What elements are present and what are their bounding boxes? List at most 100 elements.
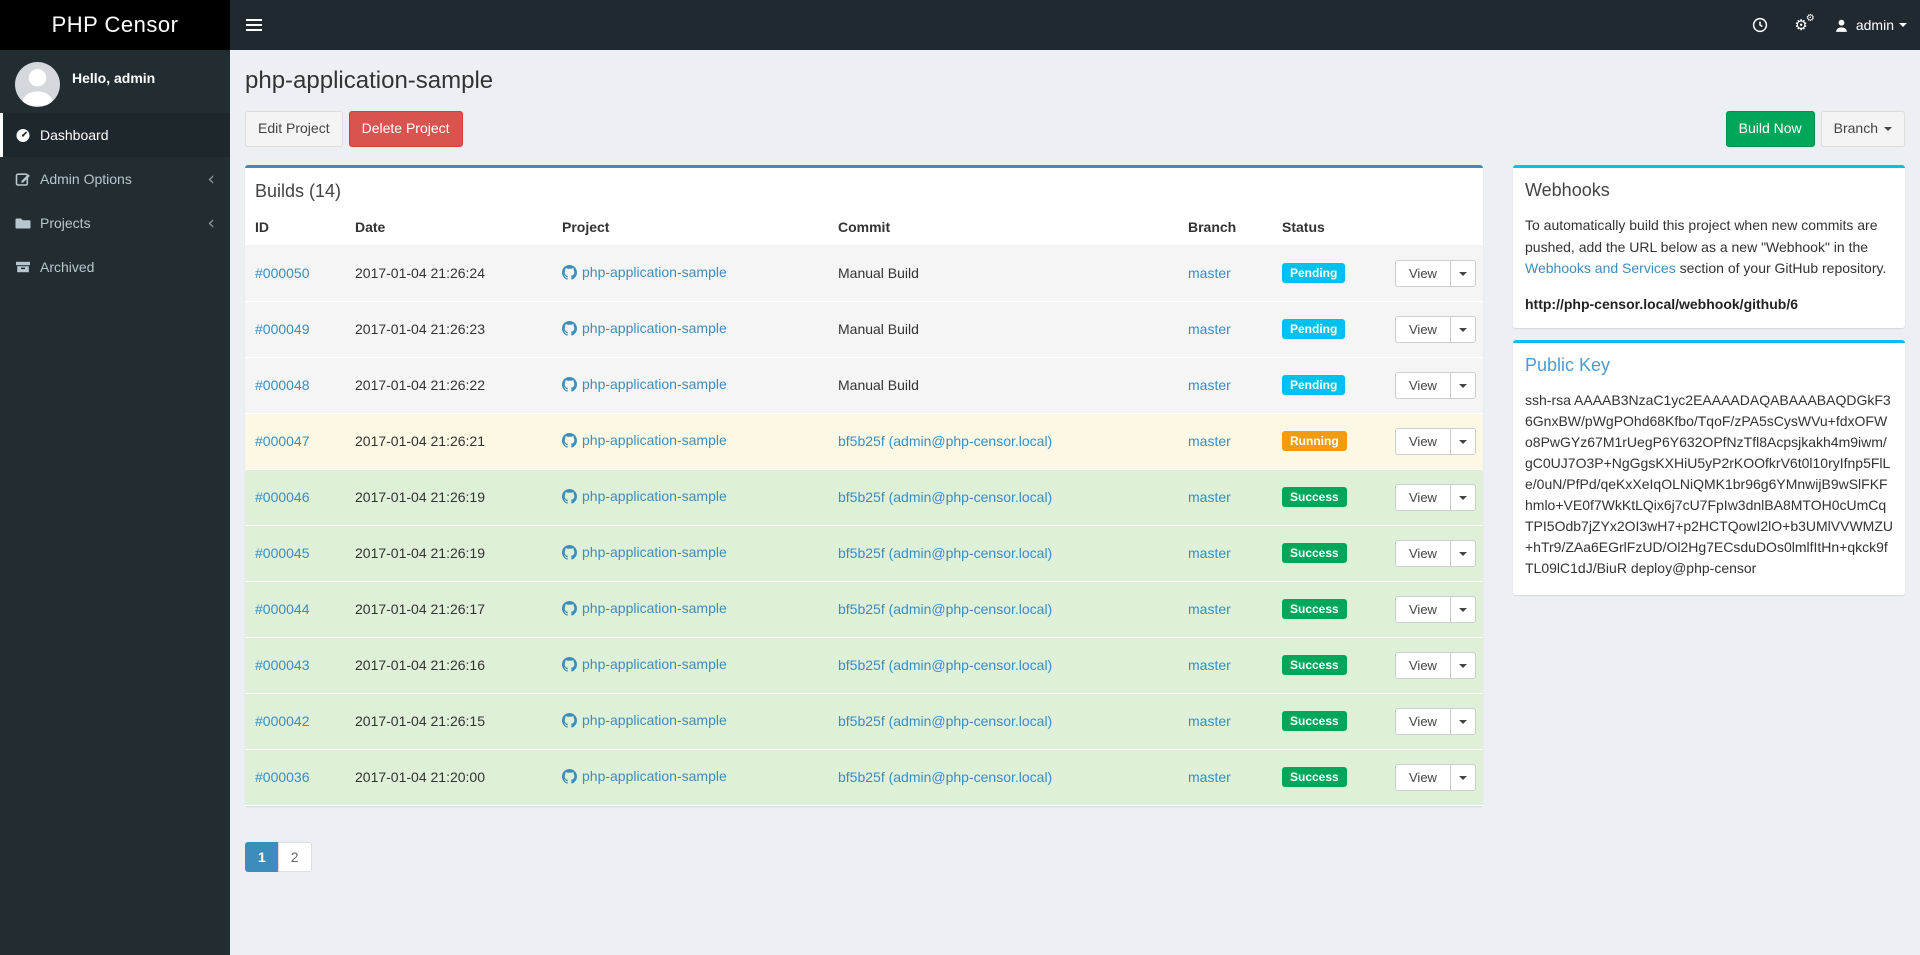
view-button[interactable]: View: [1395, 763, 1451, 791]
build-id-link[interactable]: #000047: [255, 433, 310, 449]
project-link[interactable]: php-application-sample: [562, 712, 727, 728]
build-date: 2017-01-04 21:26:22: [345, 357, 552, 414]
view-button[interactable]: View: [1395, 483, 1451, 511]
build-id-link[interactable]: #000036: [255, 769, 310, 785]
app-logo[interactable]: PHP Censor: [0, 0, 230, 50]
sidebar-item-dashboard[interactable]: Dashboard: [0, 113, 230, 157]
branch-link[interactable]: master: [1188, 377, 1231, 393]
build-id-link[interactable]: #000049: [255, 321, 310, 337]
project-link[interactable]: php-application-sample: [562, 432, 727, 448]
branch-link[interactable]: master: [1188, 713, 1231, 729]
build-id-link[interactable]: #000046: [255, 489, 310, 505]
branch-link[interactable]: master: [1188, 657, 1231, 673]
commit-link[interactable]: bf5b25f (admin@php-censor.local): [838, 489, 1052, 505]
settings-button[interactable]: ⚙ ⚙: [1781, 0, 1820, 50]
status-badge: Success: [1282, 655, 1347, 676]
sidebar-item-archived[interactable]: Archived: [0, 245, 230, 289]
user-menu[interactable]: admin: [1821, 0, 1920, 50]
view-dropdown-toggle[interactable]: [1450, 259, 1476, 287]
view-dropdown-toggle[interactable]: [1450, 539, 1476, 567]
build-row: #000045 2017-01-04 21:26:19 php-applicat…: [245, 525, 1483, 582]
public-key-panel: Public Key ssh-rsa AAAAB3NzaC1yc2EAAAADA…: [1513, 339, 1905, 595]
commit-link[interactable]: bf5b25f (admin@php-censor.local): [838, 769, 1052, 785]
view-button[interactable]: View: [1395, 595, 1451, 623]
branch-link[interactable]: master: [1188, 265, 1231, 281]
view-button[interactable]: View: [1395, 259, 1451, 287]
delete-project-button[interactable]: Delete Project: [348, 111, 463, 147]
project-link[interactable]: php-application-sample: [562, 600, 727, 616]
project-link[interactable]: php-application-sample: [562, 768, 727, 784]
webhooks-text: To automatically build this project when…: [1525, 215, 1893, 280]
build-id-link[interactable]: #000048: [255, 377, 310, 393]
caret-down-icon: [1458, 272, 1467, 277]
pagination-page-1[interactable]: 1: [245, 841, 279, 872]
branch-link[interactable]: master: [1188, 433, 1231, 449]
pagination-page-2[interactable]: 2: [277, 841, 312, 872]
github-icon: [562, 320, 577, 336]
project-link[interactable]: php-application-sample: [562, 544, 727, 560]
commit-link[interactable]: bf5b25f (admin@php-censor.local): [838, 713, 1052, 729]
view-dropdown-toggle[interactable]: [1450, 427, 1476, 455]
sidebar-toggle-button[interactable]: [230, 0, 278, 50]
caret-down-icon: [1458, 328, 1467, 333]
build-history-button[interactable]: [1739, 0, 1781, 50]
username: admin: [1855, 17, 1894, 33]
commit-link[interactable]: bf5b25f (admin@php-censor.local): [838, 433, 1052, 449]
view-button[interactable]: View: [1395, 651, 1451, 679]
edit-project-button[interactable]: Edit Project: [245, 111, 343, 147]
build-id-link[interactable]: #000045: [255, 545, 310, 561]
view-dropdown-toggle[interactable]: [1450, 371, 1476, 399]
commit-link[interactable]: bf5b25f (admin@php-censor.local): [838, 545, 1052, 561]
branch-link[interactable]: master: [1188, 489, 1231, 505]
main-content: php-application-sample Edit Project Dele…: [230, 50, 1920, 887]
build-now-button[interactable]: Build Now: [1725, 111, 1815, 147]
commit-link[interactable]: bf5b25f (admin@php-censor.local): [838, 601, 1052, 617]
build-date: 2017-01-04 21:26:19: [345, 525, 552, 582]
col-header-branch: Branch: [1178, 210, 1272, 246]
branch-link[interactable]: master: [1188, 601, 1231, 617]
commit-link[interactable]: bf5b25f (admin@php-censor.local): [838, 657, 1052, 673]
build-id-link[interactable]: #000044: [255, 601, 310, 617]
project-link[interactable]: php-application-sample: [562, 656, 727, 672]
view-dropdown-toggle[interactable]: [1450, 651, 1476, 679]
avatar: [15, 62, 60, 107]
view-button[interactable]: View: [1395, 315, 1451, 343]
view-button[interactable]: View: [1395, 707, 1451, 735]
branch-link[interactable]: master: [1188, 769, 1231, 785]
commit-text: Manual Build: [838, 377, 919, 394]
project-link[interactable]: php-application-sample: [562, 376, 727, 392]
view-button[interactable]: View: [1395, 371, 1451, 399]
view-button[interactable]: View: [1395, 539, 1451, 567]
build-row: #000050 2017-01-04 21:26:24 php-applicat…: [245, 245, 1483, 302]
project-link[interactable]: php-application-sample: [562, 488, 727, 504]
branch-link[interactable]: master: [1188, 545, 1231, 561]
view-dropdown-toggle[interactable]: [1450, 315, 1476, 343]
webhooks-services-link[interactable]: Webhooks and Services: [1525, 260, 1676, 276]
build-id-link[interactable]: #000043: [255, 657, 310, 673]
view-dropdown-toggle[interactable]: [1450, 595, 1476, 623]
status-badge: Pending: [1282, 319, 1346, 340]
project-name: php-application-sample: [582, 712, 727, 729]
view-dropdown-toggle[interactable]: [1450, 483, 1476, 511]
build-date: 2017-01-04 21:26:24: [345, 245, 552, 302]
caret-down-icon: [1458, 608, 1467, 613]
view-dropdown-toggle[interactable]: [1450, 707, 1476, 735]
caret-down-icon: [1458, 552, 1467, 557]
commit-text: Manual Build: [838, 265, 919, 282]
cogs-icon: ⚙ ⚙: [1794, 12, 1815, 34]
branch-dropdown-button[interactable]: Branch: [1820, 111, 1905, 147]
project-name: php-application-sample: [582, 600, 727, 617]
sidebar-item-admin-options[interactable]: Admin Options ‹: [0, 157, 230, 201]
build-id-link[interactable]: #000042: [255, 713, 310, 729]
status-badge: Success: [1282, 711, 1347, 732]
branch-link[interactable]: master: [1188, 321, 1231, 337]
sidebar-item-label: Dashboard: [40, 127, 109, 143]
build-id-link[interactable]: #000050: [255, 265, 310, 281]
view-dropdown-toggle[interactable]: [1450, 763, 1476, 791]
sidebar-item-projects[interactable]: Projects ‹: [0, 201, 230, 245]
project-link[interactable]: php-application-sample: [562, 320, 727, 336]
view-button[interactable]: View: [1395, 427, 1451, 455]
webhooks-title: Webhooks: [1525, 179, 1610, 200]
top-navbar: ⚙ ⚙ admin: [230, 0, 1920, 50]
project-link[interactable]: php-application-sample: [562, 264, 727, 280]
